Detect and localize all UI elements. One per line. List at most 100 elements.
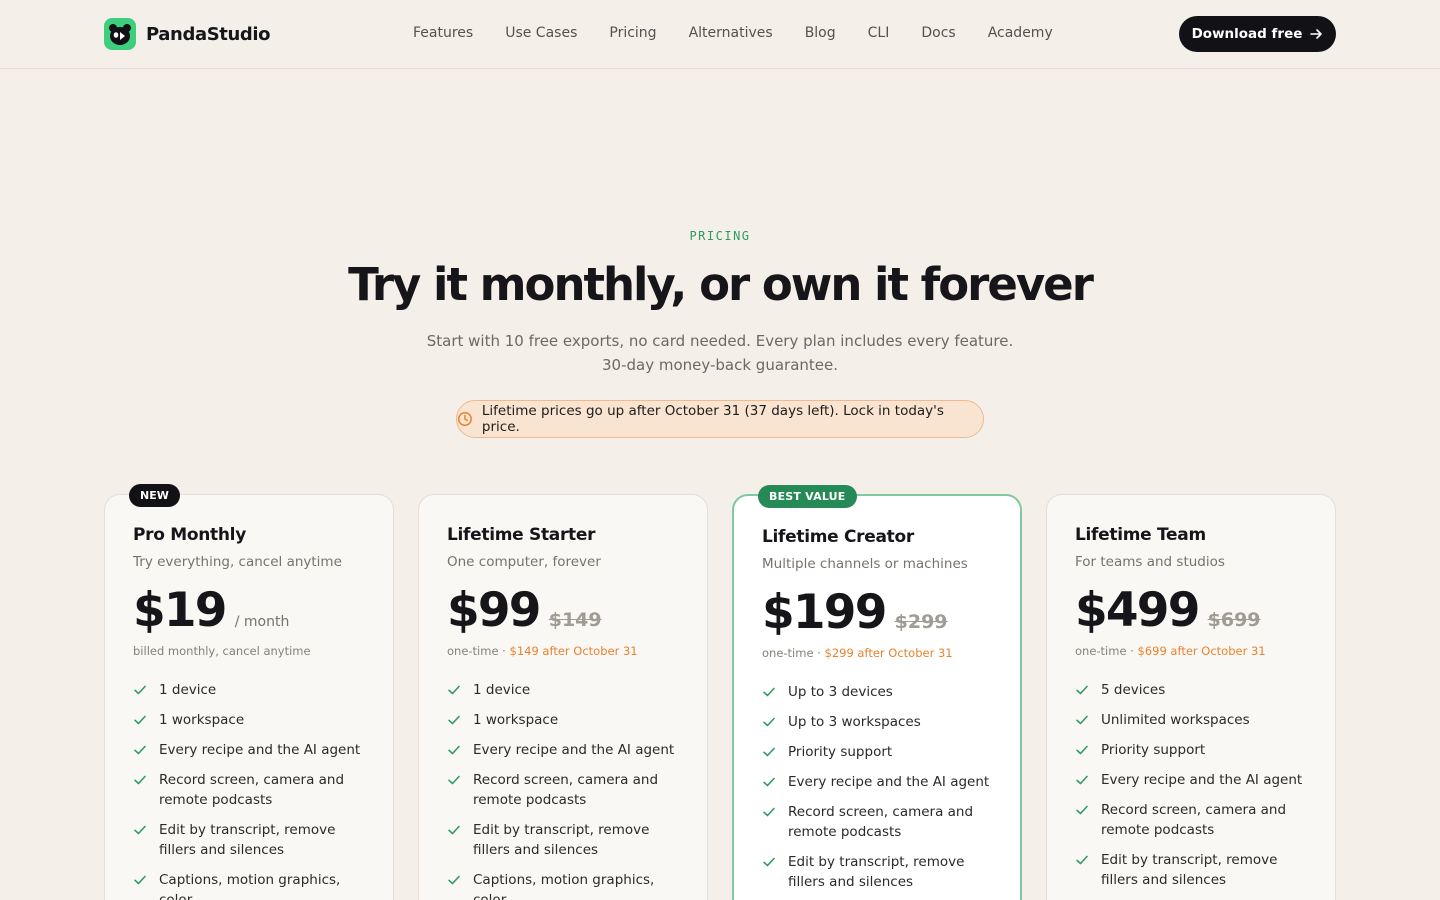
price-row: $19 / month [133, 586, 365, 636]
check-icon [763, 807, 775, 817]
feature-text: Unlimited workspaces [1101, 712, 1250, 728]
feature-text: Up to 3 workspaces [788, 714, 921, 730]
check-icon [763, 717, 775, 727]
panda-logo-icon [104, 18, 136, 50]
plan-desc: For teams and studios [1075, 554, 1225, 570]
list-item: 1 device [447, 680, 679, 700]
feature-text: 1 device [159, 682, 217, 698]
list-item: 1 workspace [447, 710, 679, 730]
notice-text: Lifetime prices go up after October 31 (… [481, 403, 944, 435]
price-period: / month [234, 614, 290, 630]
plan-card-pro-monthly: NEW Pro Monthly Try everything, cancel a… [104, 484, 394, 900]
brand-name: PandaStudio [146, 23, 271, 45]
list-item: Up to 3 devices [762, 682, 992, 702]
list-item: Edit by transcript, remove fillers and s… [1075, 850, 1307, 890]
plan-name: Pro Monthly [133, 525, 246, 545]
plan-name: Lifetime Starter [447, 525, 596, 545]
nav-link-academy[interactable]: Academy [988, 25, 1053, 41]
nav-link-docs[interactable]: Docs [921, 25, 955, 41]
nav-link-pricing[interactable]: Pricing [609, 25, 656, 41]
nav-link-cli[interactable]: CLI [868, 25, 890, 41]
nav-link-alternatives[interactable]: Alternatives [689, 25, 773, 41]
list-item: Priority support [1075, 740, 1307, 760]
section-eyebrow: PRICING [689, 229, 751, 243]
list-item: 1 device [133, 680, 365, 700]
list-item: Record screen, camera and remote podcast… [762, 802, 992, 842]
best-value-badge: BEST VALUE [758, 485, 857, 508]
list-item: Priority support [762, 742, 992, 762]
check-icon [134, 715, 146, 725]
download-free-button[interactable]: Download free [1179, 16, 1336, 52]
feature-text: Priority support [1101, 742, 1206, 758]
plan-card-lifetime-team: Lifetime Team For teams and studios $499… [1046, 494, 1336, 900]
feature-text: Every recipe and the AI agent [1101, 772, 1303, 788]
plan-name: Lifetime Creator [762, 527, 914, 547]
feature-text: Every recipe and the AI agent [788, 774, 990, 790]
feature-text: Record screen, camera and remote podcast… [473, 772, 659, 808]
main-menu: Features Use Cases Pricing Alternatives … [413, 25, 1053, 41]
price-increase-note: $299 after October 31 [824, 646, 953, 660]
list-item: Edit by transcript, remove fillers and s… [447, 820, 679, 860]
check-icon [448, 685, 460, 695]
feature-text: Edit by transcript, remove fillers and s… [788, 854, 965, 890]
list-item: Every recipe and the AI agent [447, 740, 679, 760]
check-icon [763, 777, 775, 787]
old-price: $149 [548, 609, 602, 631]
arrow-right-icon [1310, 29, 1323, 39]
check-icon [448, 775, 460, 785]
page-title: Try it monthly, or own it forever [348, 258, 1094, 311]
price-row: $99 $149 [447, 586, 679, 636]
feature-text: Captions, motion graphics, color [473, 872, 655, 900]
list-item: Up to 3 workspaces [762, 712, 992, 732]
check-icon [763, 857, 775, 867]
page-subtitle: Start with 10 free exports, no card need… [0, 329, 1440, 377]
check-icon [1076, 855, 1088, 865]
feature-list: Up to 3 devices Up to 3 workspaces Prior… [762, 682, 992, 892]
feature-text: Captions, motion graphics, color [159, 872, 341, 900]
download-free-label: Download free [1191, 26, 1303, 42]
nav-link-blog[interactable]: Blog [805, 25, 836, 41]
billing-note: one-time · $299 after October 31 [762, 646, 992, 660]
plan-price: $499 [1075, 583, 1200, 638]
check-icon [134, 825, 146, 835]
check-icon [1076, 775, 1088, 785]
check-icon [1076, 805, 1088, 815]
feature-list: 1 device 1 workspace Every recipe and th… [133, 680, 365, 900]
check-icon [134, 775, 146, 785]
nav-link-features[interactable]: Features [413, 25, 473, 41]
list-item: Every recipe and the AI agent [762, 772, 992, 792]
price-increase-note: $699 after October 31 [1137, 644, 1266, 658]
brand-link[interactable]: PandaStudio [104, 18, 271, 50]
feature-text: Record screen, camera and remote podcast… [159, 772, 345, 808]
price-row: $199 $299 [762, 588, 992, 638]
price-increase-note: $149 after October 31 [509, 644, 638, 658]
check-icon [763, 687, 775, 697]
billing-prefix: one-time · [762, 646, 825, 660]
feature-text: 5 devices [1101, 682, 1166, 698]
list-item: Edit by transcript, remove fillers and s… [762, 852, 992, 892]
nav-link-use-cases[interactable]: Use Cases [505, 25, 577, 41]
feature-text: Priority support [788, 744, 893, 760]
clock-icon [457, 411, 472, 427]
list-item: Record screen, camera and remote podcast… [447, 770, 679, 810]
list-item: 5 devices [1075, 680, 1307, 700]
list-item: Record screen, camera and remote podcast… [133, 770, 365, 810]
feature-text: Up to 3 devices [788, 684, 893, 700]
old-price: $699 [1207, 609, 1261, 631]
check-icon [134, 875, 146, 885]
list-item: Edit by transcript, remove fillers and s… [133, 820, 365, 860]
top-nav: PandaStudio Features Use Cases Pricing A… [0, 0, 1440, 69]
plan-card-lifetime-creator: BEST VALUE Lifetime Creator Multiple cha… [732, 485, 1022, 900]
feature-text: 1 workspace [473, 712, 559, 728]
feature-text: 1 workspace [159, 712, 245, 728]
feature-text: Edit by transcript, remove fillers and s… [1101, 852, 1278, 888]
feature-text: Every recipe and the AI agent [159, 742, 361, 758]
list-item: Every recipe and the AI agent [1075, 770, 1307, 790]
list-item: Unlimited workspaces [1075, 710, 1307, 730]
check-icon [448, 715, 460, 725]
check-icon [448, 875, 460, 885]
check-icon [134, 745, 146, 755]
feature-text: 1 device [473, 682, 531, 698]
billing-prefix: one-time · [1075, 644, 1138, 658]
billing-note: one-time · $149 after October 31 [447, 644, 679, 658]
